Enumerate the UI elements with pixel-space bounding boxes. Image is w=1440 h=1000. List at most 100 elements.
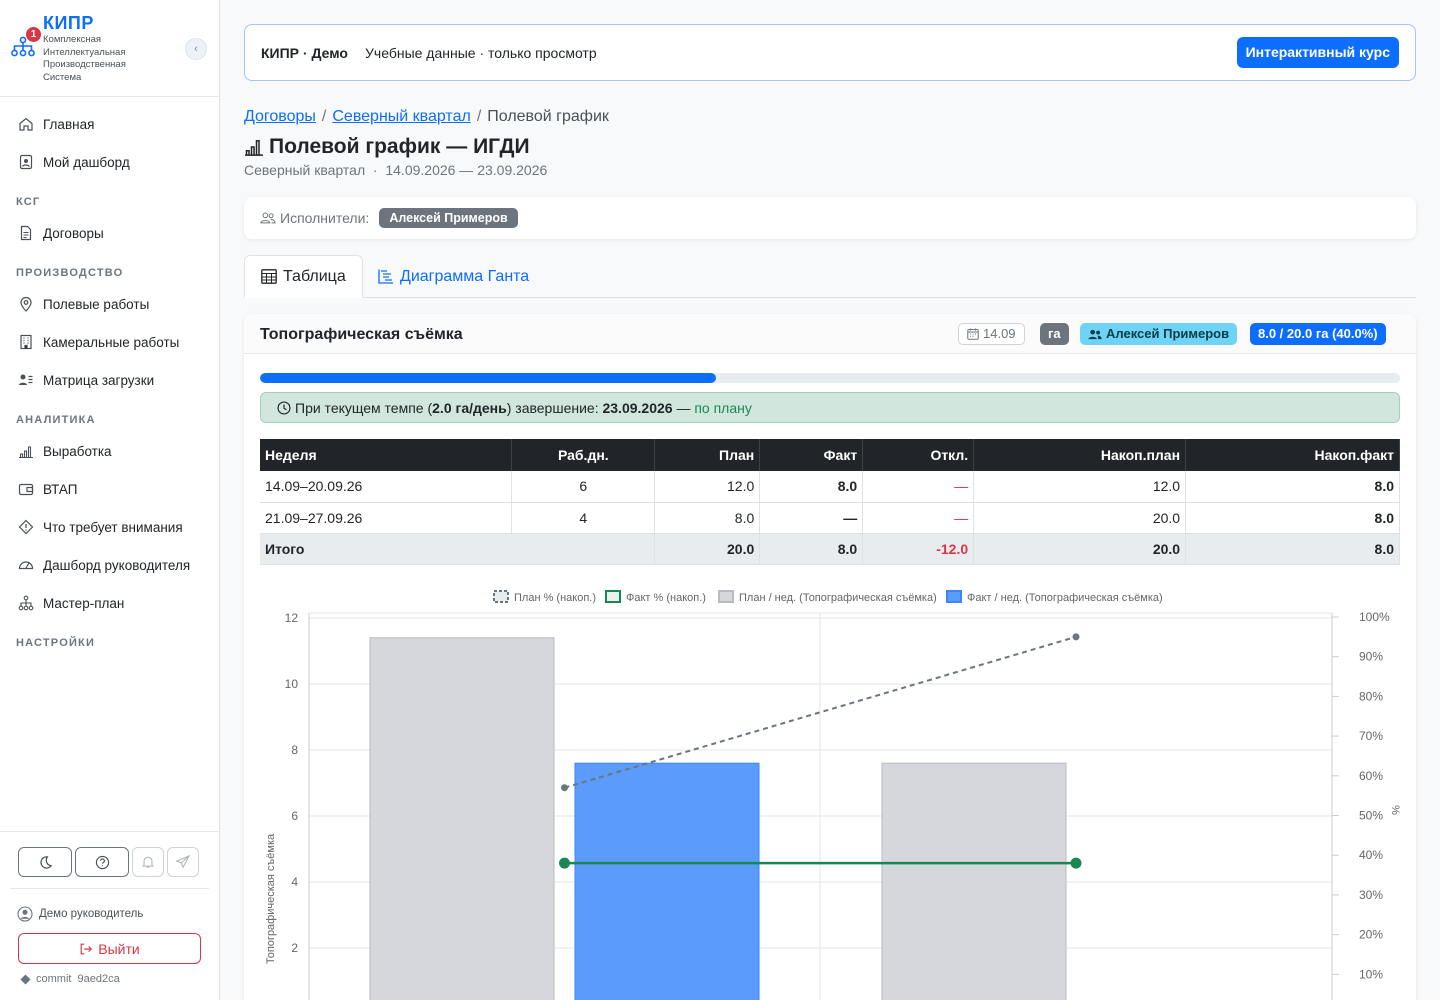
cell-total-label: Итого xyxy=(260,533,656,565)
unit-badge: га xyxy=(1040,323,1069,345)
cell-cum-plan: 12.0 xyxy=(973,471,1187,503)
nav-section-settings: НАСТРОЙКИ xyxy=(16,637,96,649)
cell-deviation: — xyxy=(862,471,975,503)
cell-total-fact: 8.0 xyxy=(759,533,864,565)
notification-badge: 1 xyxy=(26,27,41,42)
sidebar-item-attention[interactable]: Что требует внимания xyxy=(0,508,219,546)
moon-icon xyxy=(39,855,52,869)
help-button[interactable] xyxy=(75,847,129,877)
sidebar-item-office-works[interactable]: Камеральные работы xyxy=(0,323,219,361)
brand: 1 КИПР Комплексная Интеллектуальная Прои… xyxy=(0,0,219,97)
forecast-text: При текущем темпе (2.0 га/день) завершен… xyxy=(295,400,752,416)
home-icon xyxy=(19,117,33,131)
breadcrumb-link-contracts[interactable]: Договоры xyxy=(244,108,316,125)
notifications-button[interactable] xyxy=(132,847,164,877)
forecast-rate: 2.0 га/день xyxy=(432,399,507,416)
warning-diamond-icon xyxy=(18,519,34,535)
legend-swatch xyxy=(718,590,734,603)
table-icon xyxy=(261,269,277,284)
bar-chart-icon xyxy=(245,140,263,156)
cell-week: 14.09–20.09.26 xyxy=(260,471,513,503)
sidebar-item-field-works[interactable]: Полевые работы xyxy=(0,285,219,323)
forecast-status: по плану xyxy=(694,399,752,416)
sidebar-item-label: Договоры xyxy=(43,225,104,241)
breadcrumb: Договоры / Северный квартал / Полевой график xyxy=(244,108,609,126)
legend-swatch xyxy=(946,590,962,603)
logout-icon xyxy=(80,943,93,954)
people-icon xyxy=(260,212,276,224)
legend-swatch xyxy=(605,590,621,603)
tab-gantt[interactable]: Диаграмма Ганта xyxy=(362,255,545,298)
cell-cum-fact: 8.0 xyxy=(1185,502,1400,534)
sidebar-item-contracts[interactable]: Договоры xyxy=(0,214,219,252)
col-plan: План xyxy=(654,439,761,471)
y2-tick-label: 100% xyxy=(1359,610,1390,624)
forecast-alert: При текущем темпе (2.0 га/день) завершен… xyxy=(260,392,1400,423)
breadcrumb-link-project[interactable]: Северный квартал xyxy=(332,108,470,125)
chevron-left-icon: ‹ xyxy=(194,43,198,55)
col-cum-plan: Накоп.план xyxy=(973,439,1187,471)
gantt-icon xyxy=(378,269,393,284)
speedometer-icon xyxy=(18,561,34,570)
performer-badge[interactable]: Алексей Примеров xyxy=(379,208,518,228)
table-total-row: Итого 20.0 8.0 -12.0 20.0 8.0 xyxy=(260,533,1400,565)
telegram-button[interactable] xyxy=(167,847,199,877)
dashboard-icon xyxy=(19,154,33,170)
nav-section-ksg: КСГ xyxy=(16,196,41,208)
legend-label: План % (накоп.) xyxy=(514,592,596,604)
sidebar-nav: Главная Мой дашборд КСГ Договоры ПРОИЗВО… xyxy=(0,105,219,655)
sidebar-item-my-dashboard[interactable]: Мой дашборд xyxy=(0,143,219,181)
theme-toggle-button[interactable] xyxy=(18,847,72,877)
commit-info: commit 9aed2ca xyxy=(20,973,120,985)
assignee-name: Алексей Примеров xyxy=(1106,326,1230,341)
progress-bar-fill xyxy=(260,373,716,383)
sidebar-item-vtap[interactable]: ВТАП xyxy=(0,470,219,508)
brand-subtitle: Комплексная Интеллектуальная Производств… xyxy=(43,34,126,83)
y-tick-label: 10 xyxy=(285,677,299,691)
current-user: Демо руководитель xyxy=(17,906,143,922)
breadcrumb-separator: / xyxy=(476,108,482,125)
tab-label: Диаграмма Ганта xyxy=(400,267,530,285)
clock-icon xyxy=(277,400,291,415)
legend-label: План / нед. (Топографическая съёмка) xyxy=(739,592,937,604)
cell-total-deviation: -12.0 xyxy=(862,533,975,565)
sidebar-item-load-matrix[interactable]: Матрица загрузки xyxy=(0,361,219,399)
col-week: Неделя xyxy=(260,439,513,471)
users-matrix-icon xyxy=(19,374,33,385)
forecast-prefix: При текущем темпе ( xyxy=(295,399,433,416)
y-tick-label: 8 xyxy=(291,743,298,757)
page-title: Полевой график — ИГДИ xyxy=(244,135,530,159)
cell-total-cum-plan: 20.0 xyxy=(973,533,1187,565)
tab-table[interactable]: Таблица xyxy=(244,255,363,298)
sidebar-item-label: Матрица загрузки xyxy=(43,372,155,388)
assignee-badge: Алексей Примеров xyxy=(1080,323,1238,345)
sidebar-item-output[interactable]: Выработка xyxy=(0,432,219,470)
tab-label: Таблица xyxy=(283,267,346,285)
collapse-sidebar-button[interactable]: ‹ xyxy=(185,38,207,60)
breadcrumb-separator: / xyxy=(321,108,327,125)
forecast-dash: — xyxy=(672,399,695,416)
forecast-date: 23.09.2026 xyxy=(602,399,673,416)
cell-workdays: 4 xyxy=(511,502,656,534)
logout-button[interactable]: Выйти xyxy=(18,933,201,964)
col-deviation: Откл. xyxy=(862,439,975,471)
weekly-chart: 2 4 6 8 10 12 10% 20% 30% 40% 50% 60% 70% 80% 90% 100% Т… xyxy=(265,590,1401,1000)
y2-tick-label: 30% xyxy=(1359,888,1383,902)
y2-tick-label: 80% xyxy=(1359,689,1383,703)
sidebar-item-home[interactable]: Главная xyxy=(0,105,219,143)
interactive-course-button[interactable]: Интерактивный курс xyxy=(1236,37,1399,68)
demo-banner: КИПР · Демо Учебные данные · только прос… xyxy=(244,24,1416,81)
cell-fact: 8.0 xyxy=(759,471,864,503)
y2-tick-label: 90% xyxy=(1359,650,1383,664)
sidebar-item-label: Мой дашборд xyxy=(43,154,130,170)
y2-tick-label: 60% xyxy=(1359,769,1383,783)
performers-bar: Исполнители: Алексей Примеров xyxy=(244,197,1416,239)
sidebar-tools xyxy=(18,847,199,877)
brand-title: КИПР xyxy=(43,13,94,33)
sidebar-item-label: Камеральные работы xyxy=(43,334,180,350)
sidebar-item-master-plan[interactable]: Мастер-план xyxy=(0,584,219,622)
weekly-table: Неделя Раб.дн. План Факт Откл. Накоп.пла… xyxy=(260,439,1400,565)
cell-cum-plan: 20.0 xyxy=(973,502,1187,534)
col-cum-fact: Накоп.факт xyxy=(1185,439,1400,471)
sidebar-item-manager-dashboard[interactable]: Дашборд руководителя xyxy=(0,546,219,584)
